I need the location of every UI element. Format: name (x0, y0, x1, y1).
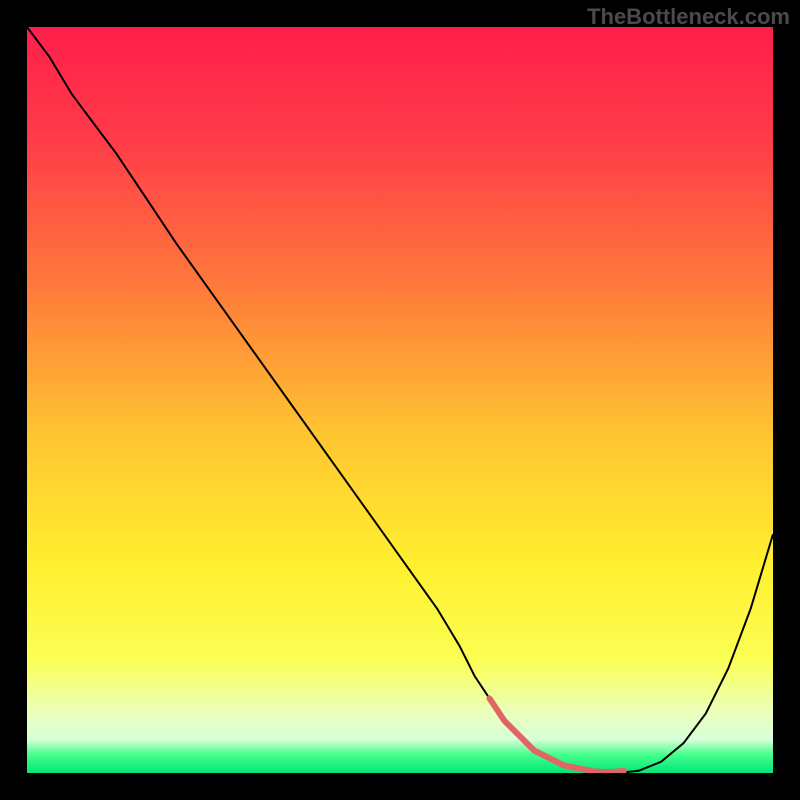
chart-background (27, 27, 773, 773)
watermark-text: TheBottleneck.com (587, 4, 790, 30)
chart-svg (27, 27, 773, 773)
chart-plot-area (27, 27, 773, 773)
